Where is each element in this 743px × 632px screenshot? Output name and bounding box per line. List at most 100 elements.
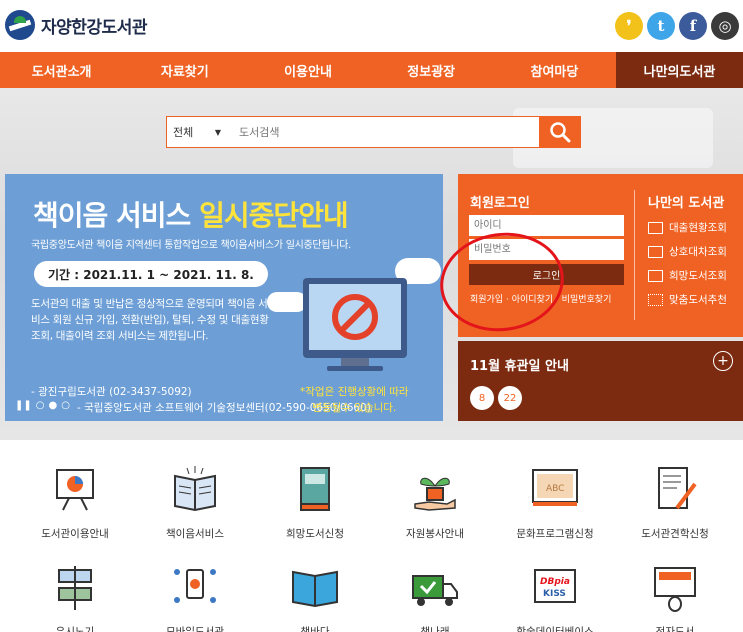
open-book-icon [169,464,221,514]
quick-item-tour[interactable]: 도서관견학신청 [615,464,735,541]
instagram-icon[interactable]: ◎ [711,12,739,40]
monitor-stand [341,358,369,366]
prohibited-icon [332,294,378,340]
slide-dot-active[interactable]: ● [49,400,58,411]
banner-title-main: 책이음 서비스 [33,199,200,232]
search-bar: 전체 ▼ [166,116,581,148]
monitor-icon [648,221,663,234]
note-line: 변동될수 있습니다. [312,402,397,414]
search-icon [549,122,570,143]
logo-text: 자양한강도서관 [41,17,147,38]
login-title: 회원로그인 [470,196,530,211]
quick-label: 모바일도서관 [166,626,224,632]
pause-icon[interactable]: ❚❚ [15,400,32,411]
delivery-truck-icon [409,562,461,612]
quick-label: 문화프로그램신청 [516,528,594,540]
cloud-decoration [267,292,307,312]
nav-usage-guide[interactable]: 이용안내 [246,52,369,88]
nav-search-materials[interactable]: 자료찾기 [123,52,246,88]
chevron-down-icon: ▼ [214,127,221,137]
mylib-label: 상호대차조회 [669,246,727,258]
computer-mouse-icon [649,562,701,612]
mylib-item-interlibrary[interactable]: 상호대차조회 [648,244,727,259]
quick-label: 책바다 [300,626,330,632]
document-icon [648,269,663,282]
kakaostory-icon[interactable]: ❜ [615,12,643,40]
quick-item-chaekbada[interactable]: 책바다 [255,562,375,632]
database-logo-icon: DBpia KISS [529,562,581,612]
signpost-icon [49,562,101,612]
notepad-pencil-icon [649,464,701,514]
divider [634,190,635,320]
sns-links: ❜ t f ◎ [615,12,739,40]
quick-item-row2-1[interactable]: 유시노기 [15,562,135,632]
nav-my-library[interactable]: 나만의도서관 [616,52,743,88]
quick-item-chaeknarae[interactable]: 책나래 [375,562,495,632]
quick-label: 자원봉사안내 [406,528,464,540]
mylib-label: 희망도서조회 [669,270,727,282]
login-button[interactable]: 로그인 [469,264,624,285]
quick-label: 도서관견학신청 [641,528,709,540]
monitor-screen [309,284,401,350]
twitter-icon[interactable]: t [647,12,675,40]
login-links[interactable]: 회원가입 · 아이디찾기 · 비밀번호찾기 [470,292,611,305]
quick-label: 유시노기 [55,626,95,632]
search-input[interactable] [229,117,539,147]
quick-item-program[interactable]: ABC 문화프로그램신청 [495,464,615,541]
quick-item-volunteer[interactable]: 자원봉사안내 [375,464,495,541]
plant-hand-icon [409,464,461,514]
my-library-title: 나만의 도서관 [648,196,725,211]
mylib-item-recommend[interactable]: 맞춤도서추천 [648,292,727,307]
password-field[interactable] [469,239,624,260]
mylib-item-loan-status[interactable]: 대출현황조회 [648,220,727,235]
quick-item-wish-book[interactable]: 희망도서신청 [255,464,375,541]
banner-period: 기간 : 2021.11. 1 ~ 2021. 11. 8. [34,261,268,287]
slide-dot[interactable]: ○ [61,400,70,411]
nav-participation[interactable]: 참여마당 [493,52,616,88]
banner-controls: ❚❚ ○ ● ○ [15,400,70,411]
banner-body: 도서관의 대출 및 반납은 정상적으로 운영되며 책이음 서비스 회원 신규 가… [31,298,269,342]
quick-item-library-guide[interactable]: 도서관이용안내 [15,464,135,541]
blue-book-icon [289,562,341,612]
slide-dot[interactable]: ○ [36,400,45,411]
chalkboard-icon: ABC [529,464,581,514]
monitor-illustration [303,278,407,358]
nav-library-intro[interactable]: 도서관소개 [0,52,123,88]
closed-days-panel: 11월 휴관일 안내 + 8 22 [458,341,743,421]
facebook-icon[interactable]: f [679,12,707,40]
monitor-base [327,366,383,371]
dbpia-text: DBpia [540,577,570,587]
login-panel: 회원로그인 나만의 도서관 대출현황조회 상호대차조회 희망도서조회 맞춤도서추… [458,174,743,337]
quick-item-chaekieum[interactable]: 책이음서비스 [135,464,255,541]
closed-day: 8 [470,386,494,410]
book-cover-icon [289,464,341,514]
kiss-text: KISS [543,589,566,599]
plus-icon[interactable]: + [713,351,733,371]
books-icon [648,293,663,306]
book-icon [648,245,663,258]
id-field[interactable] [469,215,624,236]
presentation-board-icon [49,464,101,514]
mobile-network-icon [169,562,221,612]
quick-item-mobile-library[interactable]: 모바일도서관 [135,562,255,632]
quick-label: 희망도서신청 [286,528,344,540]
main-nav: 도서관소개 자료찾기 이용안내 정보광장 참여마당 나만의도서관 [0,52,743,88]
search-button[interactable] [539,117,580,147]
quick-label: 도서관이용안내 [41,528,109,540]
notice-banner[interactable]: 책이음 서비스 일시중단안내 국립중앙도서관 책이음 지역센터 통합작업으로 책… [5,174,443,421]
search-category-select[interactable]: 전체 ▼ [167,117,229,147]
quick-item-academic-db[interactable]: DBpia KISS 학술데이터베이스 [495,562,615,632]
nav-info-plaza[interactable]: 정보광장 [370,52,493,88]
quick-item-ebook[interactable]: 전자도서 [615,562,735,632]
site-logo[interactable]: 자양한강도서관 [5,10,147,40]
closed-days-title: 11월 휴관일 안내 [470,359,569,374]
banner-title: 책이음 서비스 일시중단안내 [33,194,349,234]
quick-label: 학술데이터베이스 [516,626,594,632]
mylib-label: 맞춤도서추천 [669,294,727,306]
quick-label: 책이음서비스 [166,528,224,540]
quick-menu: 도서관이용안내 책이음서비스 희망도서신청 자원봉사안내 ABC 문화프로그램신… [5,440,743,632]
quick-label: 전자도서 [655,626,695,632]
mylib-label: 대출현황조회 [669,222,727,234]
mylib-item-wish-book[interactable]: 희망도서조회 [648,268,727,283]
abc-text: ABC [546,484,564,494]
